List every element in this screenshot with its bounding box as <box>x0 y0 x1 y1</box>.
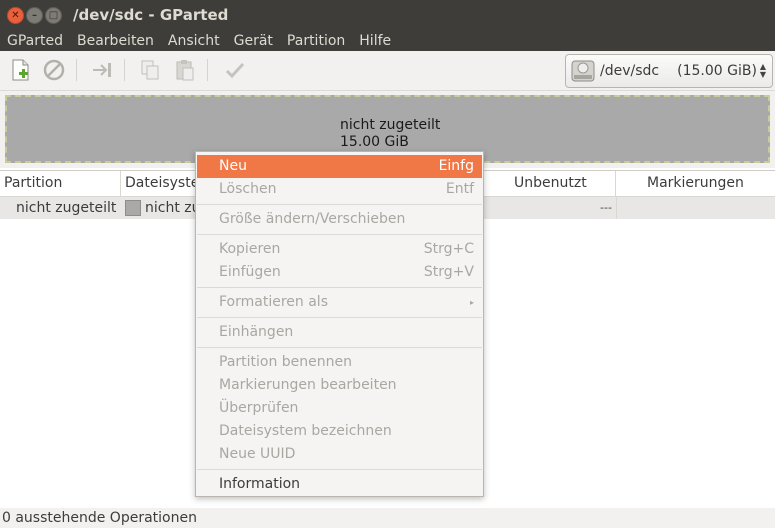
cell-filesystem: nicht zugeteilt <box>145 200 195 216</box>
toolbar-separator <box>76 59 77 81</box>
menu-item-label: Neue UUID <box>219 446 296 462</box>
menu-ansicht[interactable]: Ansicht <box>161 30 227 51</box>
menu-item-name-partition[interactable]: Partition benennen <box>197 351 482 374</box>
menu-item-label-filesystem[interactable]: Dateisystem bezeichnen <box>197 420 482 443</box>
device-size: (15.00 GiB) <box>677 63 757 79</box>
menu-item-accel: Strg+V <box>423 264 474 280</box>
new-partition-icon <box>12 59 29 81</box>
column-header-partition[interactable]: Partition <box>0 171 121 197</box>
title-bar: ✕ – □ /dev/sdc - GParted <box>0 0 775 30</box>
menu-partition[interactable]: Partition <box>280 30 352 51</box>
menu-item-manage-flags[interactable]: Markierungen bearbeiten <box>197 374 482 397</box>
menu-item-label: Löschen <box>219 181 277 197</box>
menu-item-format-as[interactable]: Formatieren als ▸ <box>197 291 482 314</box>
menu-item-delete[interactable]: Löschen Entf <box>197 178 482 201</box>
menu-item-label: Markierungen bearbeiten <box>219 377 397 393</box>
unallocated-name: nicht zugeteilt <box>340 117 441 133</box>
menu-item-label: Kopieren <box>219 241 281 257</box>
resize-arrow-icon <box>93 63 111 77</box>
toolbar-separator <box>207 59 208 81</box>
no-entry-icon <box>43 59 65 81</box>
checkmark-icon <box>225 62 245 79</box>
menu-item-label: Dateisystem bezeichnen <box>219 423 392 439</box>
menu-separator <box>197 234 482 235</box>
menu-separator <box>197 317 482 318</box>
menu-bar: GParted Bearbeiten Ansicht Gerät Partiti… <box>0 30 775 51</box>
menu-separator <box>197 347 482 348</box>
menu-item-new-uuid[interactable]: Neue UUID <box>197 443 482 466</box>
menu-item-check[interactable]: Überprüfen <box>197 397 482 420</box>
menu-item-paste[interactable]: Einfügen Strg+V <box>197 261 482 284</box>
delete-button[interactable] <box>41 57 67 83</box>
menu-hilfe[interactable]: Hilfe <box>352 30 398 51</box>
menu-geraet[interactable]: Gerät <box>227 30 280 51</box>
menu-item-label: Information <box>219 476 301 492</box>
menu-separator <box>197 287 482 288</box>
menu-item-information[interactable]: Information <box>197 473 482 496</box>
paste-icon <box>176 60 194 81</box>
filesystem-color-swatch <box>125 200 141 216</box>
unallocated-size: 15.00 GiB <box>340 134 409 150</box>
menu-item-mount[interactable]: Einhängen <box>197 321 482 344</box>
menu-item-new[interactable]: Neu Einfg <box>197 155 482 178</box>
column-header-flags[interactable]: Markierungen <box>616 171 775 197</box>
menu-item-resize-move[interactable]: Größe ändern/Verschieben <box>197 208 482 231</box>
new-partition-button[interactable] <box>7 57 33 83</box>
submenu-arrow-icon: ▸ <box>469 298 474 307</box>
unallocated-label: nicht zugeteilt 15.00 GiB <box>340 117 440 151</box>
device-selector[interactable]: /dev/sdc (15.00 GiB) ▲ ▼ <box>565 54 773 88</box>
context-menu: Neu Einfg Löschen Entf Größe ändern/Vers… <box>195 151 484 497</box>
menu-item-accel: Einfg <box>438 158 474 174</box>
window-minimize-button[interactable]: – <box>26 7 43 24</box>
copy-icon <box>141 60 159 80</box>
menu-item-label: Überprüfen <box>219 400 299 416</box>
menu-item-label: Neu <box>219 158 247 174</box>
menu-item-accel: Entf <box>445 181 474 197</box>
menu-item-label: Größe ändern/Verschieben <box>219 211 406 227</box>
resize-move-button[interactable] <box>89 57 115 83</box>
menu-item-label: Formatieren als <box>219 294 328 310</box>
menu-gparted[interactable]: GParted <box>0 30 70 51</box>
menu-item-copy[interactable]: Kopieren Strg+C <box>197 238 482 261</box>
column-header-unused[interactable]: Unbenutzt <box>484 171 616 197</box>
menu-item-label: Partition benennen <box>219 354 353 370</box>
window-close-button[interactable]: ✕ <box>7 7 24 24</box>
menu-item-label: Einfügen <box>219 264 281 280</box>
chevron-updown-icon: ▲ ▼ <box>759 62 766 79</box>
paste-button[interactable] <box>172 57 198 83</box>
menu-separator <box>197 204 482 205</box>
menu-separator <box>197 469 482 470</box>
status-bar: 0 ausstehende Operationen <box>0 508 775 528</box>
menu-bearbeiten[interactable]: Bearbeiten <box>70 30 161 51</box>
apply-button[interactable] <box>222 57 248 83</box>
cell-partition: nicht zugeteilt <box>16 200 117 216</box>
column-divider <box>616 197 617 219</box>
menu-item-label: Einhängen <box>219 324 294 340</box>
window-maximize-button[interactable]: □ <box>45 7 62 24</box>
harddisk-icon <box>571 60 595 82</box>
cell-unused: --- <box>600 201 612 214</box>
toolbar: /dev/sdc (15.00 GiB) ▲ ▼ <box>0 51 775 91</box>
toolbar-separator <box>124 59 125 81</box>
device-name: /dev/sdc <box>600 63 660 79</box>
window-title: /dev/sdc - GParted <box>73 6 229 24</box>
copy-button[interactable] <box>137 57 163 83</box>
menu-item-accel: Strg+C <box>423 241 474 257</box>
